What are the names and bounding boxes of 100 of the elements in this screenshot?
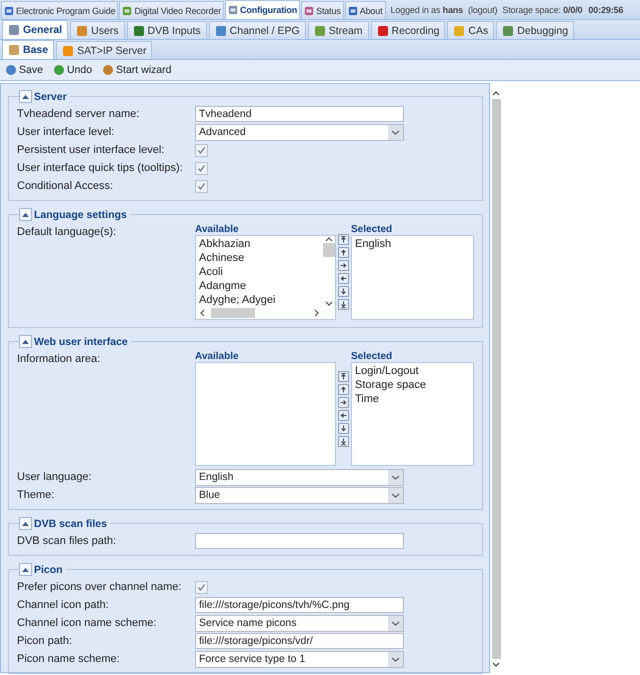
field-label: Default language(s): [17, 225, 118, 240]
arrow-icon [339, 436, 348, 446]
field-label: Theme: [17, 488, 56, 503]
checkmark-icon [196, 181, 207, 192]
text-field[interactable]: Tvheadend [195, 106, 404, 122]
move-button[interactable] [338, 286, 349, 297]
logout-link[interactable]: (logout) [468, 4, 498, 14]
checkbox[interactable] [195, 144, 208, 157]
move-button[interactable] [338, 396, 349, 408]
chevron-left-icon [199, 309, 205, 317]
tab-icon [304, 6, 314, 16]
list-item[interactable]: Abkhazian [199, 237, 320, 251]
chevron-down-icon [325, 301, 333, 307]
text-field[interactable] [195, 533, 404, 549]
collapse-button[interactable] [19, 563, 32, 576]
sub-tab[interactable]: CAs [447, 21, 494, 39]
move-button[interactable] [338, 422, 349, 434]
list-item[interactable]: Login/Logout [355, 364, 470, 378]
checkmark-icon [196, 582, 207, 593]
sub-tab[interactable]: Recording [370, 21, 446, 39]
move-button[interactable] [338, 299, 349, 310]
field-label: Prefer picons over channel name: [17, 580, 182, 595]
field-label: Information area: [17, 352, 102, 367]
toolbar-button[interactable]: Save [3, 62, 45, 78]
list-item[interactable]: Storage space [355, 378, 470, 392]
main-tab[interactable]: About [344, 1, 386, 19]
page-tab[interactable]: SAT>IP Server [56, 41, 152, 59]
toolbar-button[interactable]: Start wizard [100, 62, 174, 78]
collapse-button[interactable] [19, 208, 32, 221]
field-label: Picon name scheme: [17, 652, 121, 667]
tab-icon [4, 6, 14, 16]
dropdown[interactable]: Force service type to 1 [195, 651, 404, 668]
field-label: User language: [17, 470, 93, 485]
main-tab[interactable]: Status [301, 1, 344, 19]
tab-icon [314, 24, 326, 36]
scrollbar-thumb[interactable] [211, 308, 255, 318]
toolbar-icon [5, 64, 17, 76]
arrow-icon [339, 372, 348, 380]
field-label: Tvheadend server name: [17, 107, 140, 122]
move-button[interactable] [338, 247, 349, 258]
triangle-icon [22, 94, 29, 99]
dropdown[interactable]: Advanced [195, 124, 404, 141]
collapse-button[interactable] [19, 335, 32, 348]
move-button[interactable] [338, 436, 349, 446]
checkbox[interactable] [195, 162, 208, 175]
arrow-icon [339, 424, 348, 432]
login-status: Logged in as hans [390, 4, 464, 14]
chevron-right-icon [314, 309, 320, 317]
tab-icon [76, 24, 88, 36]
move-button[interactable] [338, 234, 349, 245]
chevron-up-icon [491, 89, 501, 97]
tab-icon [122, 6, 132, 16]
toolbar-button[interactable]: Undo [50, 62, 94, 78]
field-label: Conditional Access: [17, 179, 114, 194]
sub-tab[interactable]: Users [70, 21, 125, 39]
main-tab[interactable]: Digital Video Recorder [119, 1, 224, 19]
move-button[interactable] [338, 370, 349, 382]
text-field[interactable]: file:///storage/picons/vdr/ [195, 633, 404, 649]
chevron-up-icon [325, 236, 333, 242]
list-item[interactable]: Adangme [199, 279, 320, 293]
dropdown[interactable]: Service name picons [195, 615, 404, 632]
page-tab[interactable]: Base [2, 40, 54, 59]
checkbox[interactable] [195, 581, 208, 594]
move-button[interactable] [338, 260, 349, 271]
checkbox[interactable] [195, 180, 208, 193]
sub-tab[interactable]: General [2, 20, 68, 39]
list-item[interactable]: English [355, 237, 458, 251]
list-item[interactable]: Time [355, 392, 470, 406]
arrow-icon [339, 274, 348, 283]
sub-tab[interactable]: Stream [308, 21, 369, 39]
toolbar-icon [102, 64, 114, 76]
tab-icon [8, 24, 20, 36]
move-button[interactable] [338, 273, 349, 284]
collapse-button[interactable] [19, 517, 32, 530]
text-field[interactable]: file:///storage/picons/tvh/%C.png [195, 597, 404, 613]
arrow-icon [339, 300, 348, 309]
move-button[interactable] [338, 410, 349, 420]
field-label: Picon path: [17, 634, 74, 649]
list-item[interactable]: Acoli [199, 265, 320, 279]
move-button[interactable] [338, 384, 349, 394]
tab-icon [376, 24, 389, 36]
arrow-icon [339, 398, 348, 406]
arrow-icon [339, 410, 348, 420]
collapse-button[interactable] [19, 90, 32, 103]
scrollbar-thumb[interactable] [323, 243, 335, 257]
tab-icon [228, 5, 238, 15]
main-tab[interactable]: Configuration [225, 0, 300, 19]
toolbar-icon [52, 64, 65, 76]
list-item[interactable]: Adyghe; Adygei [199, 293, 320, 307]
sub-tab[interactable]: DVB Inputs [126, 21, 207, 39]
dropdown[interactable]: Blue [195, 487, 404, 504]
field-label: Persistent user interface level: [17, 143, 166, 158]
list-item[interactable]: Achinese [199, 251, 320, 265]
dropdown[interactable]: English [195, 469, 404, 486]
arrow-icon [339, 261, 348, 270]
storage-status: Storage space: 0/0/0 [502, 4, 582, 14]
sub-tab[interactable]: Channel / EPG [208, 21, 306, 39]
section-title: Language settings [34, 208, 127, 220]
main-tab[interactable]: Electronic Program Guide [1, 1, 118, 19]
sub-tab[interactable]: Debugging [496, 21, 574, 39]
